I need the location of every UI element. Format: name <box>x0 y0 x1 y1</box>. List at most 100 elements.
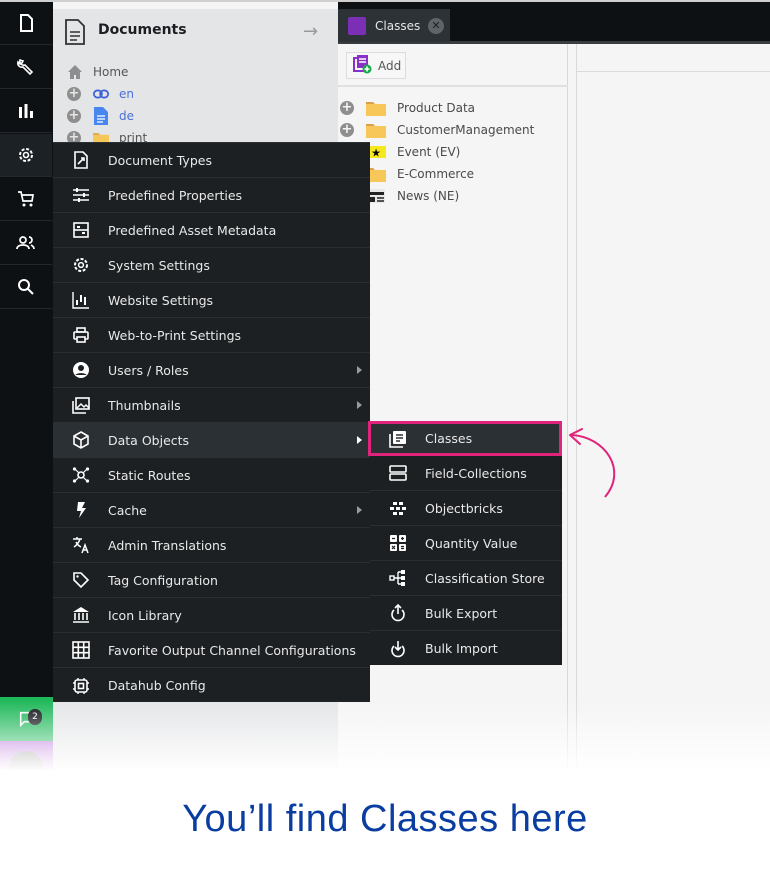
rail-settings-button[interactable] <box>0 134 52 177</box>
website-settings-icon <box>71 290 91 310</box>
submenu-item-classification-store[interactable]: Classification Store <box>370 561 562 596</box>
avatar <box>9 751 43 770</box>
menu-item-cache[interactable]: Cache <box>53 493 370 528</box>
collapse-arrow-icon[interactable]: → <box>303 21 318 42</box>
calculator-icon <box>388 533 408 553</box>
menu-item-label: Classes <box>425 431 473 446</box>
class-tree-label: Product Data <box>397 101 476 115</box>
left-rail <box>0 2 53 770</box>
menu-item-label: Web-to-Print Settings <box>108 327 242 343</box>
tree-item-label: de <box>119 109 134 123</box>
menu-item-admin-translations[interactable]: Admin Translations <box>53 528 370 563</box>
rail-documents-button[interactable] <box>0 2 52 45</box>
submenu-item-field-collections[interactable]: Field-Collections <box>370 456 562 491</box>
submenu-item-bulk-import[interactable]: Bulk Import <box>370 631 562 666</box>
classes-icon <box>388 429 408 449</box>
rail-users-button[interactable] <box>0 222 52 265</box>
rail-ecommerce-button[interactable] <box>0 178 52 221</box>
rail-tools-button[interactable] <box>0 46 52 89</box>
menu-item-tag-configuration[interactable]: Tag Configuration <box>53 563 370 598</box>
rail-search-button[interactable] <box>0 266 52 309</box>
sliders-icon <box>71 185 91 205</box>
screenshot-area: 2 Documents → Home + en + de + print Cla… <box>0 0 770 770</box>
main-content-area <box>576 44 770 770</box>
settings-menu: Document Types Predefined Properties Pre… <box>53 142 370 702</box>
submenu-item-bulk-export[interactable]: Bulk Export <box>370 596 562 631</box>
submenu-arrow-icon <box>357 366 362 374</box>
expand-icon[interactable]: + <box>340 123 354 137</box>
menu-item-static-routes[interactable]: Static Routes <box>53 458 370 493</box>
cube-icon <box>71 430 91 450</box>
data-objects-submenu: Field-Collections Objectbricks Quantity … <box>370 421 562 665</box>
menu-item-predefined-properties[interactable]: Predefined Properties <box>53 178 370 213</box>
document-types-icon <box>71 150 91 170</box>
expand-icon[interactable]: + <box>67 87 81 101</box>
tree-item-de[interactable]: + de <box>67 106 134 126</box>
menu-item-label: Field-Collections <box>425 465 527 481</box>
menu-item-label: Datahub Config <box>108 678 206 693</box>
document-outline-icon <box>65 19 85 45</box>
add-class-icon <box>352 54 372 78</box>
link-icon <box>93 86 109 102</box>
documents-title: Documents <box>98 22 187 38</box>
class-tree-item[interactable]: + CustomerManagement <box>340 120 534 140</box>
submenu-arrow-icon <box>357 436 362 444</box>
menu-item-predefined-asset-metadata[interactable]: Predefined Asset Metadata <box>53 213 370 248</box>
menu-item-users-roles[interactable]: Users / Roles <box>53 353 370 388</box>
add-class-button[interactable]: Add <box>346 52 406 79</box>
tab-classes[interactable]: Classes ✕ <box>338 9 450 42</box>
class-tree-item[interactable]: + Product Data <box>340 98 475 118</box>
images-icon <box>71 395 91 415</box>
menu-item-thumbnails[interactable]: Thumbnails <box>53 388 370 423</box>
submenu-item-objectbricks[interactable]: Objectbricks <box>370 491 562 526</box>
menu-item-label: Objectbricks <box>425 500 503 516</box>
menu-item-label: Bulk Export <box>425 605 498 621</box>
expand-icon[interactable]: + <box>67 109 81 123</box>
menu-item-label: Classification Store <box>425 570 545 586</box>
notifications-button[interactable]: 2 <box>0 697 53 741</box>
classes-icon <box>348 16 366 35</box>
tree-item-label: en <box>119 87 134 101</box>
menu-item-label: System Settings <box>108 257 210 273</box>
class-tree-item[interactable]: ★ Event (EV) <box>366 142 460 162</box>
menu-item-system-settings[interactable]: System Settings <box>53 248 370 283</box>
printer-icon <box>71 325 91 345</box>
tree-item-home[interactable]: Home <box>67 62 128 82</box>
menu-item-label: Admin Translations <box>108 537 227 553</box>
menu-item-label: Document Types <box>108 152 212 168</box>
menu-item-web-to-print-settings[interactable]: Web-to-Print Settings <box>53 318 370 353</box>
caption: You’ll find Classes here <box>182 798 588 840</box>
submenu-item-classes[interactable]: Classes <box>368 421 562 456</box>
network-icon <box>71 465 91 485</box>
grid-icon <box>71 640 91 660</box>
import-icon <box>388 639 408 659</box>
folder-icon <box>366 100 386 116</box>
tab-label: Classes <box>375 18 421 33</box>
class-tree-item[interactable]: E-Commerce <box>366 164 474 184</box>
menu-item-document-types[interactable]: Document Types <box>53 143 370 178</box>
menu-item-favorite-output-channel-configurations[interactable]: Favorite Output Channel Configurations <box>53 633 370 668</box>
pointer-arrow-icon <box>569 428 616 498</box>
submenu-item-quantity-value[interactable]: Quantity Value <box>370 526 562 561</box>
library-icon <box>71 605 91 625</box>
hierarchy-icon <box>388 568 408 588</box>
tree-item-en[interactable]: + en <box>67 84 134 104</box>
bricks-icon <box>388 498 408 518</box>
expand-icon[interactable]: + <box>340 101 354 115</box>
class-tree-item[interactable]: News (NE) <box>366 186 459 206</box>
search-icon <box>18 279 34 295</box>
user-profile-button[interactable] <box>0 741 53 770</box>
menu-item-label: Website Settings <box>108 292 214 308</box>
home-icon <box>67 64 83 80</box>
rail-reports-button[interactable] <box>0 90 52 133</box>
menu-item-datahub-config[interactable]: Datahub Config <box>53 668 370 703</box>
class-tree-label: E-Commerce <box>397 167 475 181</box>
tag-icon <box>71 570 91 590</box>
notifications-badge: 2 <box>28 709 42 725</box>
menu-item-website-settings[interactable]: Website Settings <box>53 283 370 318</box>
gear-icon <box>19 148 33 162</box>
close-icon[interactable]: ✕ <box>428 18 444 34</box>
submenu-arrow-icon <box>357 401 362 409</box>
menu-item-icon-library[interactable]: Icon Library <box>53 598 370 633</box>
menu-item-data-objects[interactable]: Data Objects <box>53 423 370 458</box>
